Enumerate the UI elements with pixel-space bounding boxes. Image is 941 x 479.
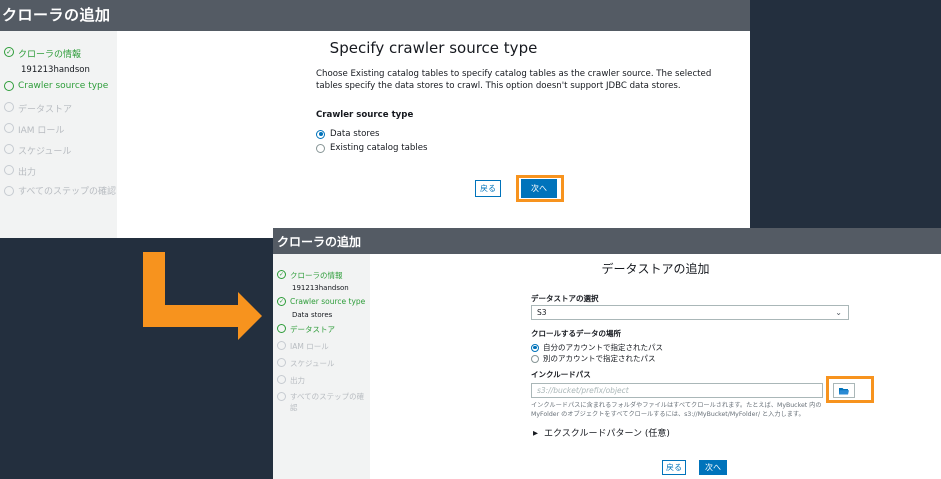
page-header: クローラの追加 bbox=[273, 228, 941, 254]
radio-selected-icon[interactable] bbox=[531, 343, 539, 352]
radio-own-account-path[interactable]: 自分のアカウントで指定されたパス bbox=[531, 342, 663, 353]
step-sidebar: ✓ クローラの情報 191213handson ✓ Crawler source… bbox=[273, 254, 370, 479]
circle-icon bbox=[277, 324, 286, 333]
step-review: すべてのステップの確認 bbox=[277, 392, 369, 413]
step-crawler-info[interactable]: ✓ クローラの情報 bbox=[277, 270, 343, 281]
add-data-store-screen: クローラの追加 ✓ クローラの情報 191213handson ✓ Crawle… bbox=[273, 228, 941, 479]
include-path-label: インクルードパス bbox=[531, 370, 591, 379]
next-button[interactable]: 次へ bbox=[699, 460, 727, 475]
radio-unselected-icon[interactable] bbox=[531, 354, 539, 363]
step-crawler-info-value: 191213handson bbox=[292, 284, 349, 292]
include-path-input[interactable]: s3://bucket/prefix/object bbox=[531, 383, 823, 398]
radio-other-account-path[interactable]: 別のアカウントで指定されたパス bbox=[531, 353, 656, 364]
exclude-patterns-expander[interactable]: ▶ エクスクルードパターン (任意) bbox=[533, 426, 670, 440]
step-data-store[interactable]: データストア bbox=[277, 324, 335, 335]
circle-icon bbox=[277, 341, 286, 350]
step-crawler-source-type[interactable]: ✓ Crawler source type bbox=[277, 297, 365, 306]
crawl-location-label: クロールするデータの場所 bbox=[531, 329, 621, 338]
step-crawler-source-type-value: Data stores bbox=[292, 311, 333, 319]
check-circle-icon: ✓ bbox=[277, 297, 286, 306]
page-title: データストアの追加 bbox=[601, 262, 710, 276]
back-button[interactable]: 戻る bbox=[662, 460, 686, 475]
main-content: データストアの追加 データストアの選択 S3 ⌄ クロールするデータの場所 自分… bbox=[370, 254, 941, 479]
step-output: 出力 bbox=[277, 375, 305, 386]
circle-icon bbox=[277, 358, 286, 367]
highlight-box bbox=[826, 376, 874, 403]
circle-icon bbox=[277, 375, 286, 384]
step-schedule: スケジュール bbox=[277, 358, 334, 369]
chevron-down-icon: ⌄ bbox=[835, 308, 842, 317]
circle-icon bbox=[277, 392, 286, 401]
caret-right-icon: ▶ bbox=[533, 428, 538, 437]
include-path-help: インクルードパスに含まれるフォルダやファイルはすべてクロールされます。たとえば、… bbox=[531, 402, 822, 418]
datastore-select[interactable]: S3 ⌄ bbox=[531, 305, 849, 320]
check-circle-icon: ✓ bbox=[277, 270, 286, 279]
datastore-select-label: データストアの選択 bbox=[531, 294, 599, 303]
step-iam-role: IAM ロール bbox=[277, 341, 329, 352]
